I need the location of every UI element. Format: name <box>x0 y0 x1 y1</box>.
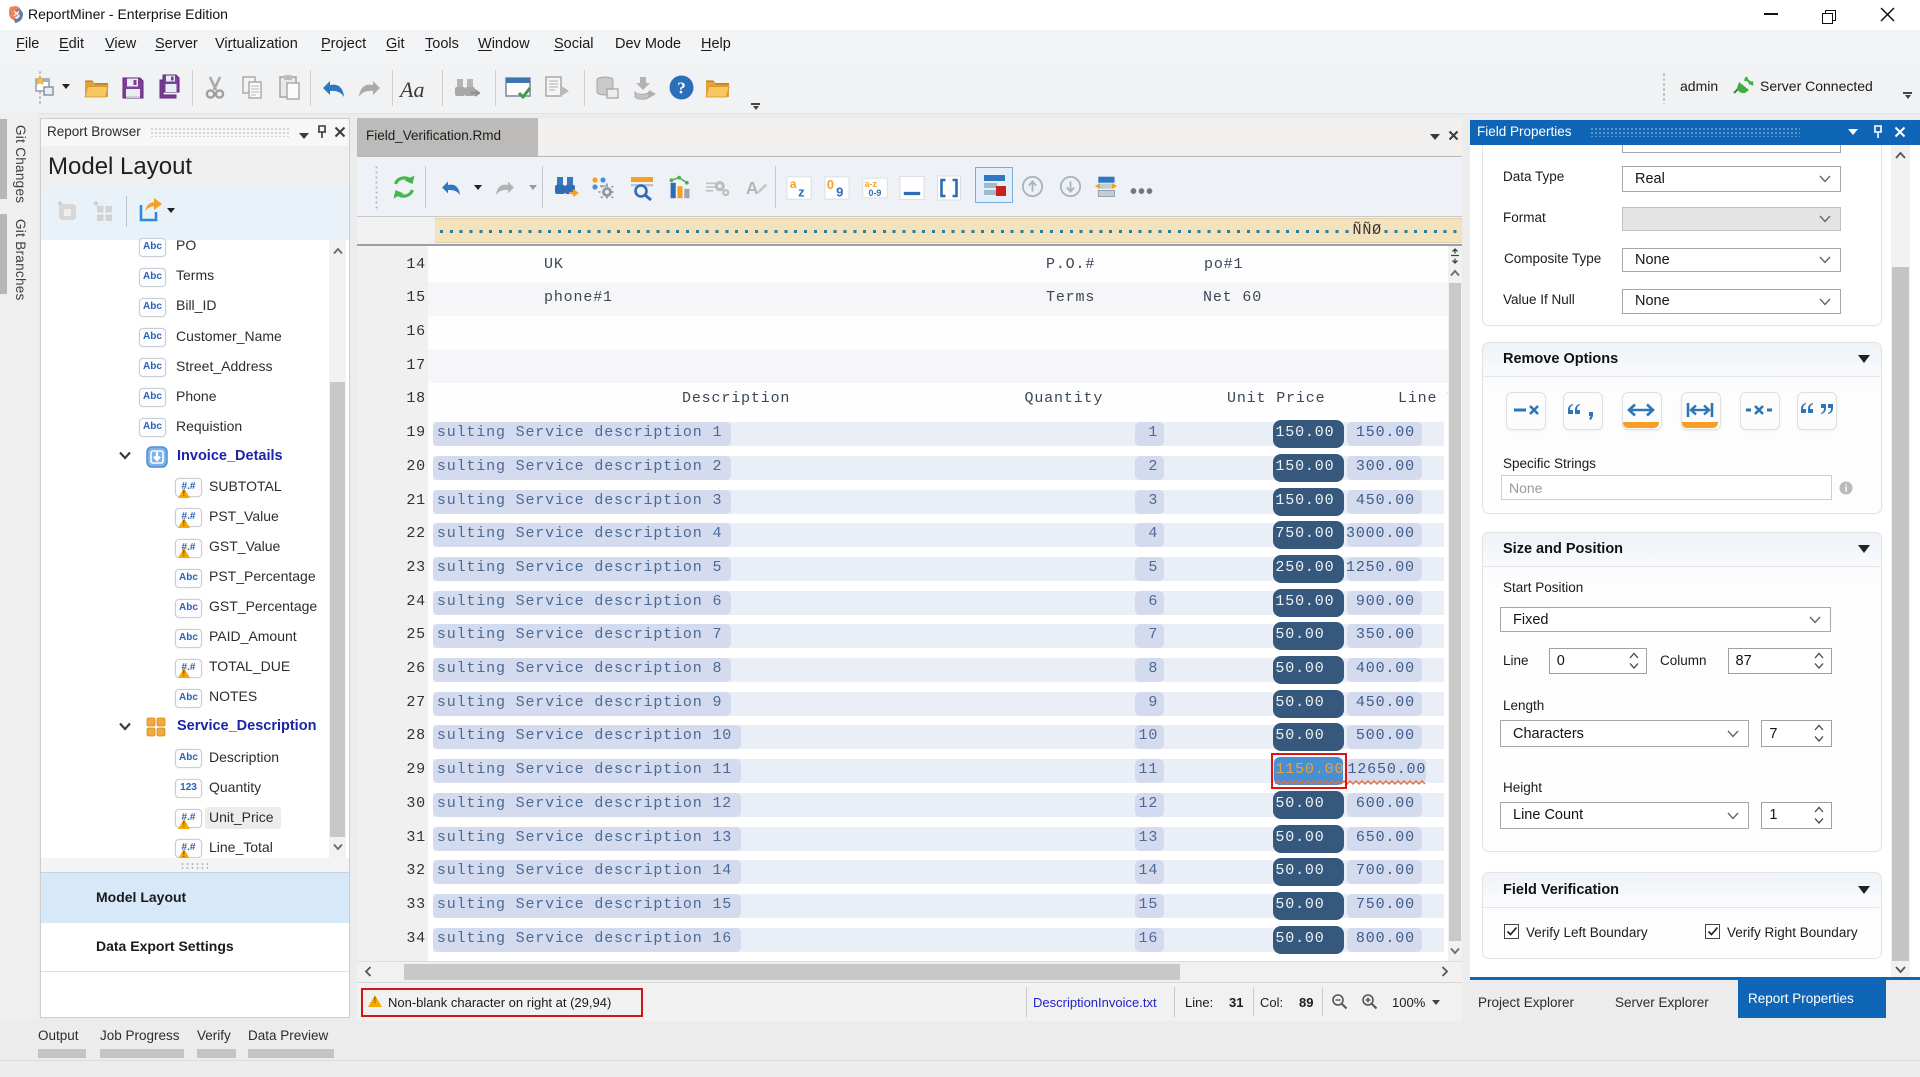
svg-text:?: ? <box>677 79 686 98</box>
svg-text:0: 0 <box>827 177 834 192</box>
svg-text:0-9: 0-9 <box>869 188 882 198</box>
svg-text:z: z <box>798 184 805 199</box>
svg-text:a: a <box>790 177 797 191</box>
svg-text:9: 9 <box>836 184 843 199</box>
svg-text:i: i <box>1845 484 1848 495</box>
svg-text:A: A <box>746 178 759 198</box>
